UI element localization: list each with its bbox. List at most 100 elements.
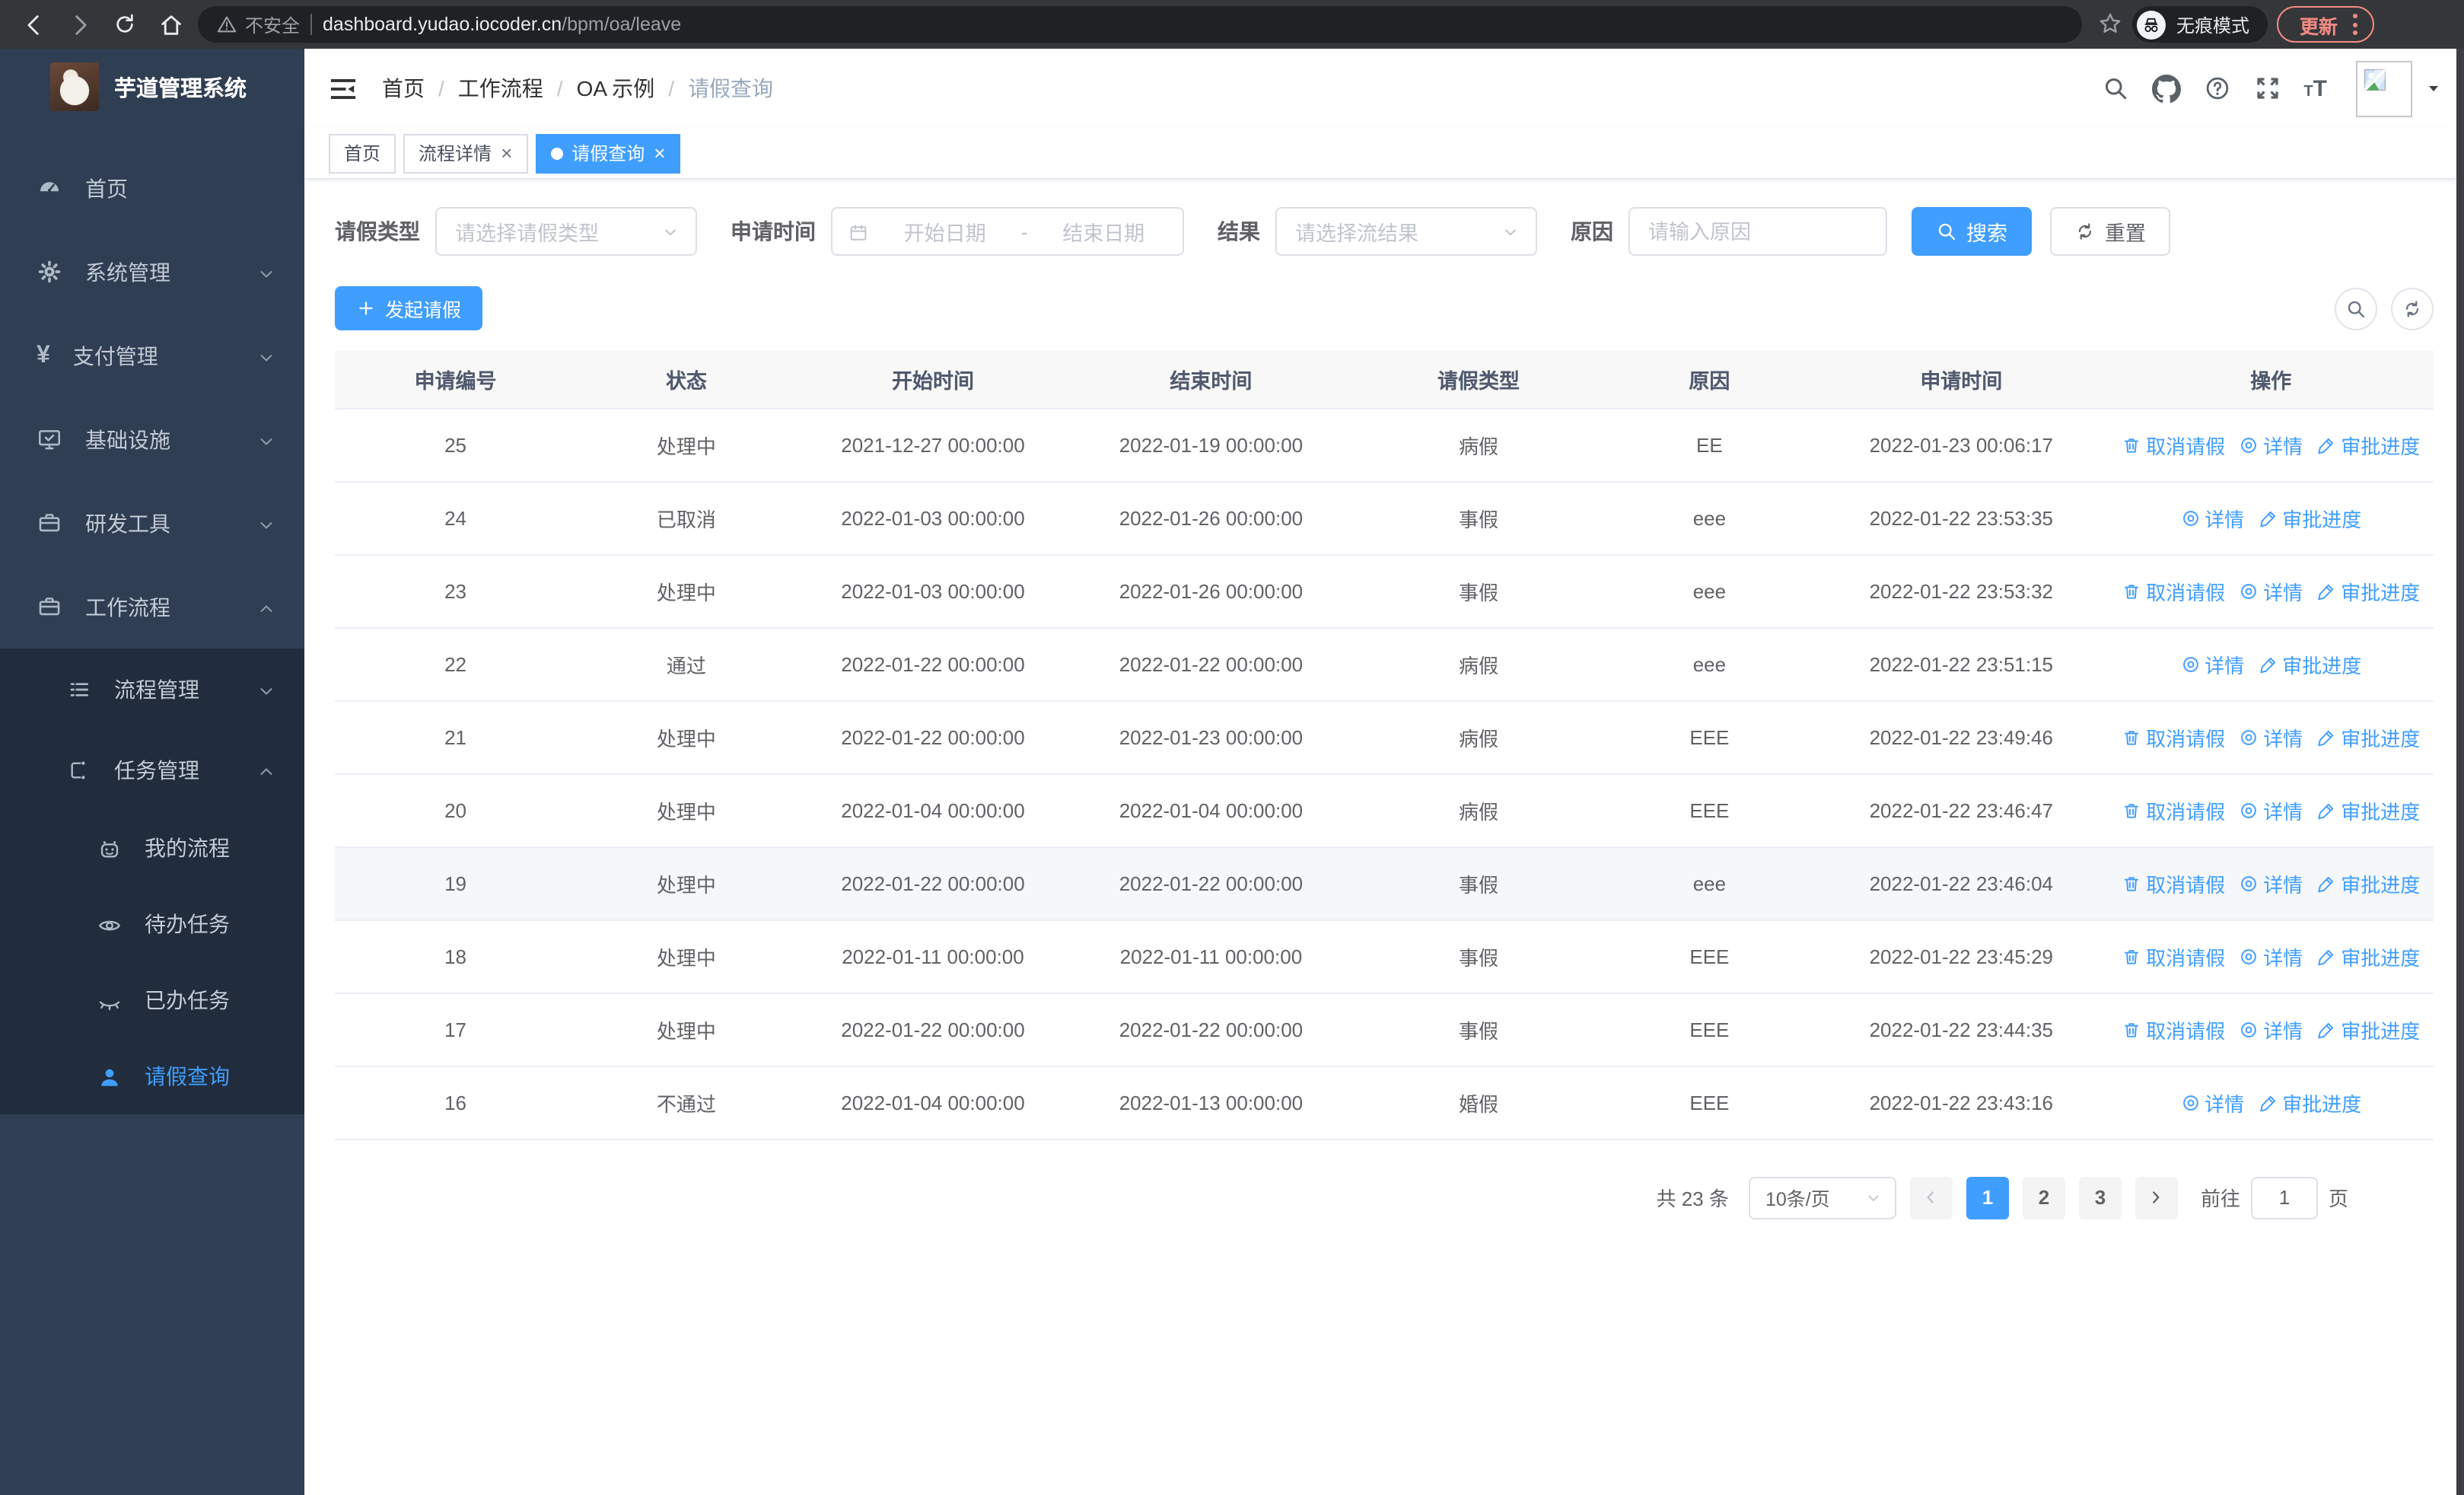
top-navbar: 首页 / 工作流程 / OA 示例 / 请假查询 TT [304, 49, 2464, 128]
sidebar-item-my-process[interactable]: 我的流程 [0, 810, 304, 886]
show-search-toggle-button[interactable] [2335, 287, 2377, 330]
col-header-apply-time: 申请时间 [1814, 350, 2109, 408]
tab-home[interactable]: 首页 [329, 133, 396, 173]
approval-progress-link[interactable]: 审批进度 [2316, 722, 2420, 751]
breadcrumb-oa-example[interactable]: OA 示例 [577, 73, 655, 104]
detail-link[interactable]: 详情 [2180, 503, 2244, 532]
approval-progress-link[interactable]: 审批进度 [2316, 576, 2420, 605]
detail-link[interactable]: 详情 [2239, 430, 2303, 459]
bookmark-star-icon[interactable] [2097, 11, 2123, 38]
user-avatar-menu[interactable] [2356, 60, 2443, 116]
prev-page-button[interactable] [1909, 1176, 1953, 1219]
page-scrollbar[interactable] [2456, 49, 2464, 1495]
caret-down-icon [2424, 75, 2443, 102]
sidebar-item-workflow[interactable]: 工作流程 [0, 565, 304, 649]
cancel-leave-link[interactable]: 取消请假 [2122, 722, 2225, 751]
sidebar-item-infrastructure[interactable]: 基础设施 [0, 397, 304, 481]
sidebar-collapse-icon[interactable] [329, 74, 358, 103]
detail-icon [2180, 1092, 2200, 1112]
detail-link[interactable]: 详情 [2180, 1088, 2244, 1117]
refresh-table-button[interactable] [2391, 287, 2434, 330]
address-bar[interactable]: 不安全 dashboard.yudao.iocoder.cn/bpm/oa/le… [198, 6, 2082, 43]
cancel-leave-link[interactable]: 取消请假 [2122, 795, 2225, 824]
close-icon[interactable]: × [501, 143, 512, 163]
apply-time-range-picker[interactable]: 开始日期 - 结束日期 [831, 207, 1184, 256]
reason-input[interactable] [1628, 207, 1887, 256]
tab-leave-query[interactable]: 请假查询 × [535, 133, 681, 173]
browser-back-button[interactable] [15, 6, 52, 43]
detail-link[interactable]: 详情 [2239, 869, 2303, 897]
font-size-icon[interactable]: TT [2303, 75, 2327, 101]
sidebar: 芋道管理系统 首页 系统管理 ¥ 支付管理 基础设施 研发工具 工作流程 流程管… [0, 49, 304, 1495]
detail-link[interactable]: 详情 [2239, 795, 2303, 824]
detail-link[interactable]: 详情 [2180, 649, 2244, 678]
goto-page-input[interactable] [2250, 1176, 2318, 1219]
approval-progress-link[interactable]: 审批进度 [2316, 430, 2420, 459]
breadcrumb-home[interactable]: 首页 [382, 73, 425, 104]
eye-icon [97, 911, 122, 938]
detail-icon [2180, 508, 2200, 528]
leave-type-select[interactable]: 请选择请假类型 [435, 207, 697, 256]
sidebar-item-done-task[interactable]: 已办任务 [0, 962, 304, 1038]
sidebar-item-dev-tools[interactable]: 研发工具 [0, 481, 304, 565]
security-status[interactable]: 不安全 [216, 11, 300, 37]
col-header-reason: 原因 [1604, 350, 1815, 408]
chevron-down-icon [256, 260, 277, 285]
approval-progress-link[interactable]: 审批进度 [2316, 942, 2420, 971]
tab-process-detail[interactable]: 流程详情 × [403, 133, 528, 173]
github-icon[interactable] [2151, 74, 2180, 103]
approval-progress-link[interactable]: 审批进度 [2258, 1088, 2361, 1117]
help-icon[interactable] [2203, 75, 2230, 102]
next-page-button[interactable] [2135, 1176, 2178, 1219]
page-button-2[interactable]: 2 [2022, 1176, 2065, 1219]
page-button-1[interactable]: 1 [1966, 1176, 2009, 1219]
col-header-operations: 操作 [2108, 350, 2434, 408]
sidebar-item-home[interactable]: 首页 [0, 146, 304, 230]
app-logo[interactable]: 芋道管理系统 [0, 49, 304, 125]
sidebar-item-task-mgmt[interactable]: 任务管理 [0, 729, 304, 810]
avatar[interactable] [2356, 60, 2412, 116]
chrome-update-button[interactable]: 更新 [2277, 6, 2375, 43]
reset-button[interactable]: 重置 [2050, 207, 2170, 256]
sidebar-item-leave-query[interactable]: 请假查询 [0, 1038, 304, 1114]
sidebar-item-payment-mgmt[interactable]: ¥ 支付管理 [0, 314, 304, 397]
cancel-leave-link[interactable]: 取消请假 [2122, 430, 2225, 459]
result-select[interactable]: 请选择流结果 [1275, 207, 1537, 256]
browser-forward-button[interactable] [61, 6, 97, 43]
date-start-placeholder: 开始日期 [903, 222, 986, 245]
approval-progress-link[interactable]: 审批进度 [2316, 869, 2420, 897]
apply-time-label: 申请时间 [731, 219, 816, 244]
detail-link[interactable]: 详情 [2239, 1015, 2303, 1044]
col-header-status: 状态 [576, 350, 797, 408]
trash-icon [2122, 727, 2141, 747]
search-button[interactable]: 搜索 [1912, 207, 2032, 256]
page-button-3[interactable]: 3 [2078, 1176, 2122, 1219]
sidebar-item-todo-task[interactable]: 待办任务 [0, 886, 304, 962]
detail-link[interactable]: 详情 [2239, 942, 2303, 971]
approval-progress-link[interactable]: 审批进度 [2258, 649, 2361, 678]
breadcrumb-workflow[interactable]: 工作流程 [458, 73, 543, 104]
browser-reload-button[interactable] [107, 6, 143, 43]
chevron-down-icon [1501, 220, 1520, 243]
cancel-leave-link[interactable]: 取消请假 [2122, 942, 2225, 971]
fullscreen-icon[interactable] [2253, 75, 2281, 102]
sidebar-item-system-mgmt[interactable]: 系统管理 [0, 230, 304, 314]
trash-icon [2122, 800, 2141, 820]
create-leave-button[interactable]: 发起请假 [335, 286, 483, 330]
page-size-select[interactable]: 10条/页 [1748, 1176, 1896, 1219]
detail-link[interactable]: 详情 [2239, 576, 2303, 605]
table-row: 17 处理中 2022-01-22 00:00:00 2022-01-22 00… [335, 993, 2434, 1066]
detail-link[interactable]: 详情 [2239, 722, 2303, 751]
cancel-leave-link[interactable]: 取消请假 [2122, 1015, 2225, 1044]
browser-home-button[interactable] [152, 6, 189, 43]
cancel-leave-link[interactable]: 取消请假 [2122, 869, 2225, 897]
cancel-leave-link[interactable]: 取消请假 [2122, 576, 2225, 605]
browser-menu-icon[interactable] [2353, 14, 2358, 35]
search-icon[interactable] [2101, 75, 2128, 102]
approval-progress-link[interactable]: 审批进度 [2258, 503, 2361, 532]
approval-progress-link[interactable]: 审批进度 [2316, 1015, 2420, 1044]
detail-icon [2180, 654, 2200, 674]
approval-progress-link[interactable]: 审批进度 [2316, 795, 2420, 824]
close-icon[interactable]: × [654, 143, 665, 163]
sidebar-item-process-mgmt[interactable]: 流程管理 [0, 649, 304, 729]
